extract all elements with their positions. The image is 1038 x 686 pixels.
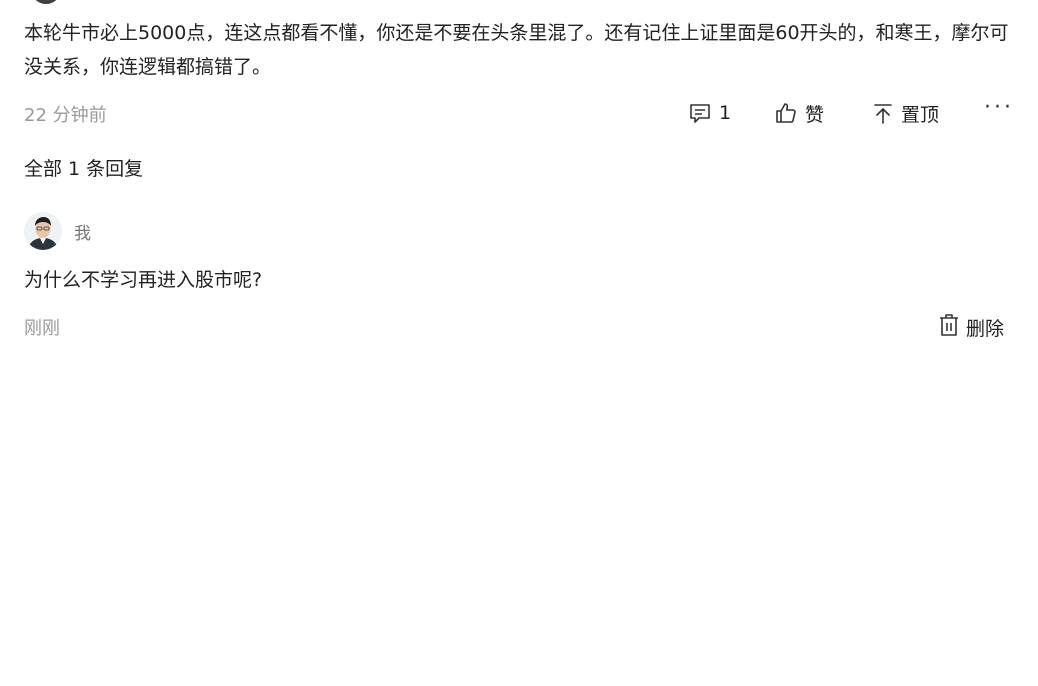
reply-text: 为什么不学习再进入股市呢?	[24, 269, 263, 291]
pin-label: 置顶	[901, 103, 940, 126]
pin-button[interactable]: 置顶	[872, 96, 939, 130]
avatar[interactable]	[24, 212, 62, 250]
comment-text: 本轮牛市必上5000点，连这点都看不懂，你还是不要在头条里混了。还有记住上证里面…	[24, 22, 1009, 78]
comment-icon	[688, 101, 712, 125]
reply-author[interactable]: 我	[74, 219, 91, 244]
like-label: 赞	[805, 103, 825, 126]
thumbs-up-icon	[774, 101, 798, 125]
delete-label: 删除	[966, 317, 1005, 340]
reply-timestamp: 刚刚	[24, 318, 60, 339]
more-icon: ···	[984, 95, 1014, 120]
comment-timestamp: 22 分钟前	[24, 105, 107, 126]
replies-heading: 全部 1 条回复	[24, 158, 144, 180]
trash-icon	[938, 313, 960, 342]
previous-avatar[interactable]	[30, 0, 62, 4]
reply-button[interactable]: 1	[688, 96, 731, 130]
like-button[interactable]: 赞	[774, 96, 824, 130]
delete-button[interactable]: 删除	[938, 312, 1004, 342]
pin-top-icon	[872, 101, 894, 125]
comment-meta-row: 22 分钟前 1 赞 置顶 ···	[24, 96, 1011, 130]
reply-count: 1	[719, 102, 732, 124]
more-options-button[interactable]: ···	[984, 96, 1014, 130]
